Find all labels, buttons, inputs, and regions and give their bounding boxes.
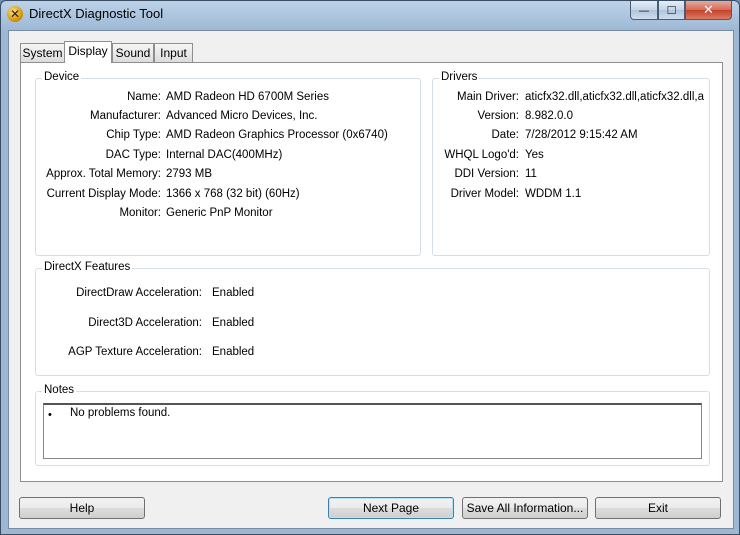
feature-label: Direct3D Acceleration: <box>88 317 202 329</box>
tab-system[interactable]: System <box>20 43 65 62</box>
features-group-title: DirectX Features <box>42 261 133 273</box>
display-tab-panel: Device Name: AMD Radeon HD 6700M Series … <box>20 62 723 482</box>
driver-value: 8.982.0.0 <box>525 110 573 122</box>
driver-label: Main Driver: <box>457 91 519 103</box>
minimize-button[interactable]: — <box>630 1 658 20</box>
notes-textbox[interactable]: • No problems found. <box>43 403 702 459</box>
device-label: Chip Type: <box>106 129 161 141</box>
tab-input[interactable]: Input <box>154 43 193 62</box>
device-value: 2793 MB <box>166 168 213 180</box>
tab-sound[interactable]: Sound <box>112 43 154 62</box>
device-label: Name: <box>127 91 161 103</box>
device-group: Device Name: AMD Radeon HD 6700M Series … <box>35 71 421 256</box>
bullet-icon: • <box>48 409 52 421</box>
feature-label: DirectDraw Acceleration: <box>76 287 202 299</box>
notes-group-title: Notes <box>42 384 77 396</box>
tab-display[interactable]: Display <box>64 41 112 63</box>
driver-value: 7/28/2012 9:15:42 AM <box>525 129 638 141</box>
dxdiag-window: ✕ DirectX Diagnostic Tool — ☐ ✕ System D… <box>0 0 740 535</box>
directx-features-group: DirectX Features DirectDraw Acceleration… <box>35 261 710 376</box>
device-value: Internal DAC(400MHz) <box>166 149 283 161</box>
title-bar[interactable]: ✕ DirectX Diagnostic Tool — ☐ ✕ <box>1 1 739 27</box>
device-value: AMD Radeon HD 6700M Series <box>166 91 329 103</box>
drivers-group-title: Drivers <box>439 71 480 83</box>
device-label: Approx. Total Memory: <box>46 168 161 180</box>
driver-value: Yes <box>525 149 544 161</box>
driver-value: 11 <box>525 168 537 180</box>
client-area: System Display Sound Input Device Name: … <box>8 30 734 529</box>
device-value: AMD Radeon Graphics Processor (0x6740) <box>166 129 388 141</box>
feature-value: Enabled <box>212 346 255 358</box>
drivers-group: Drivers Main Driver: aticfx32.dll,aticfx… <box>432 71 710 256</box>
device-value: Generic PnP Monitor <box>166 207 273 219</box>
driver-label: DDI Version: <box>454 168 519 180</box>
driver-value: aticfx32.dll,aticfx32.dll,aticfx32.dll,a <box>525 91 704 103</box>
feature-value: Enabled <box>212 317 255 329</box>
driver-label: Driver Model: <box>450 188 519 200</box>
minimize-icon: — <box>638 3 650 17</box>
window-title: DirectX Diagnostic Tool <box>29 6 164 21</box>
directx-app-icon[interactable]: ✕ <box>7 6 23 22</box>
device-label: Manufacturer: <box>90 110 161 122</box>
driver-label: WHQL Logo'd: <box>444 149 519 161</box>
note-item: No problems found. <box>70 407 171 419</box>
close-icon: ✕ <box>703 2 714 18</box>
next-page-button[interactable]: Next Page <box>328 497 454 519</box>
device-label: Current Display Mode: <box>46 188 161 200</box>
maximize-icon: ☐ <box>666 3 677 17</box>
driver-value: WDDM 1.1 <box>525 188 582 200</box>
close-button[interactable]: ✕ <box>685 1 732 20</box>
driver-label: Version: <box>477 110 519 122</box>
exit-button[interactable]: Exit <box>595 497 721 519</box>
notes-group: Notes • No problems found. <box>35 384 710 466</box>
device-value: 1366 x 768 (32 bit) (60Hz) <box>166 188 300 200</box>
driver-label: Date: <box>491 129 520 141</box>
device-group-title: Device <box>42 71 82 83</box>
help-button[interactable]: Help <box>19 497 145 519</box>
device-value: Advanced Micro Devices, Inc. <box>166 110 318 122</box>
feature-value: Enabled <box>212 287 255 299</box>
device-label: DAC Type: <box>105 149 161 161</box>
device-label: Monitor: <box>119 207 161 219</box>
feature-label: AGP Texture Acceleration: <box>68 346 202 358</box>
save-all-information-button[interactable]: Save All Information... <box>462 497 588 519</box>
maximize-button[interactable]: ☐ <box>658 1 685 20</box>
